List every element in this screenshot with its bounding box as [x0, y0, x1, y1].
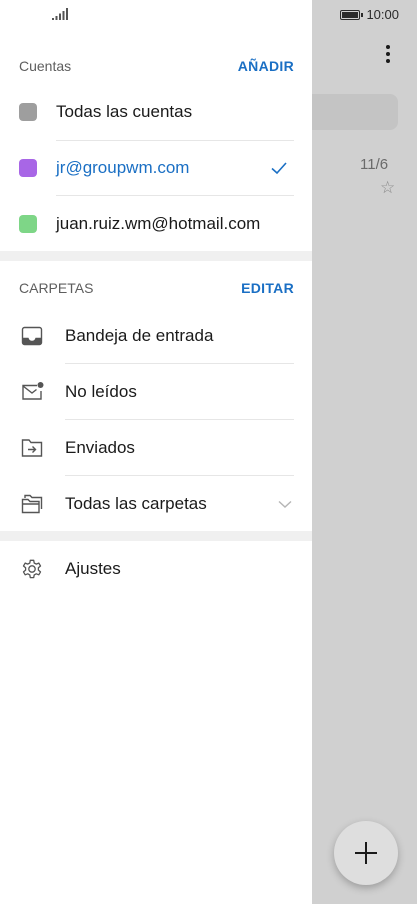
- folder-label: Bandeja de entrada: [65, 326, 214, 345]
- search-bar[interactable]: [300, 94, 398, 130]
- chevron-down-icon[interactable]: [277, 496, 293, 512]
- account-color-swatch: [19, 103, 37, 121]
- signal-icon: [52, 8, 68, 20]
- checkmark-icon: [271, 162, 287, 175]
- navigation-drawer: Cuentas AÑADIR Todas las cuentas jr@grou…: [0, 0, 312, 904]
- section-separator: [0, 251, 312, 261]
- add-account-button[interactable]: AÑADIR: [238, 58, 294, 74]
- folder-item-all-folders[interactable]: Todas las carpetas: [0, 476, 312, 532]
- star-icon[interactable]: ☆: [380, 178, 395, 198]
- folder-item-sent[interactable]: Enviados: [0, 420, 312, 476]
- battery-icon: [340, 9, 364, 20]
- account-item-hotmail[interactable]: juan.ruiz.wm@hotmail.com: [0, 196, 312, 252]
- folders-header: CARPETAS EDITAR: [0, 273, 312, 303]
- settings-item[interactable]: Ajustes: [0, 541, 312, 597]
- account-label: jr@groupwm.com: [56, 158, 190, 177]
- sent-folder-icon: [21, 439, 43, 457]
- inbox-icon: [21, 326, 43, 346]
- folder-label: Todas las carpetas: [65, 494, 207, 513]
- account-item-all[interactable]: Todas las cuentas: [0, 84, 312, 140]
- folders-title: CARPETAS: [19, 280, 94, 296]
- folder-label: No leídos: [65, 382, 137, 401]
- account-label: juan.ruiz.wm@hotmail.com: [56, 214, 261, 233]
- edit-folders-button[interactable]: EDITAR: [241, 280, 294, 296]
- account-label: Todas las cuentas: [56, 102, 193, 121]
- folder-label: Enviados: [65, 438, 135, 457]
- compose-button[interactable]: [334, 821, 398, 885]
- plus-icon: [355, 842, 377, 864]
- account-color-swatch: [19, 159, 37, 177]
- section-separator: [0, 531, 312, 541]
- status-bar-right: 10:00: [340, 7, 399, 22]
- folders-icon: [21, 494, 43, 514]
- more-options-icon[interactable]: [378, 42, 398, 72]
- account-color-swatch: [19, 215, 37, 233]
- gear-icon: [22, 559, 42, 579]
- unread-mail-icon: [22, 382, 44, 400]
- settings-label: Ajustes: [65, 559, 121, 578]
- status-time: 10:00: [366, 7, 399, 22]
- message-date: 11/6: [360, 156, 389, 173]
- folder-item-inbox[interactable]: Bandeja de entrada: [0, 308, 312, 364]
- accounts-header: Cuentas AÑADIR: [0, 51, 312, 81]
- folder-item-unread[interactable]: No leídos: [0, 364, 312, 420]
- accounts-title: Cuentas: [19, 58, 72, 74]
- account-item-groupwm[interactable]: jr@groupwm.com: [0, 140, 312, 196]
